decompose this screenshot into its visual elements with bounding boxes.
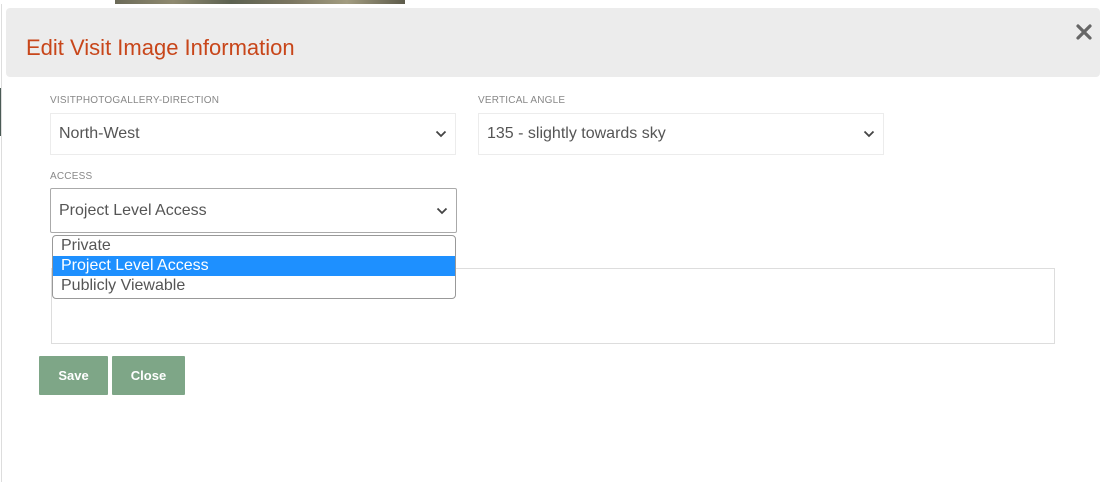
access-select-value: Project Level Access	[59, 202, 207, 219]
direction-select[interactable]: North-West	[50, 113, 456, 155]
save-button[interactable]: Save	[39, 356, 108, 395]
chevron-down-icon	[863, 130, 875, 138]
modal-header: Edit Visit Image Information	[6, 8, 1100, 77]
access-dropdown-list: Private Project Level Access Publicly Vi…	[52, 235, 456, 299]
access-option-project-level[interactable]: Project Level Access	[53, 256, 455, 276]
access-select[interactable]: Project Level Access	[50, 188, 457, 233]
modal-title: Edit Visit Image Information	[26, 35, 295, 60]
access-option-private[interactable]: Private	[53, 236, 455, 256]
close-button[interactable]: Close	[112, 356, 185, 395]
vertical-angle-select-value: 135 - slightly towards sky	[487, 125, 666, 142]
access-label: ACCESS	[50, 171, 93, 182]
access-option-public[interactable]: Publicly Viewable	[53, 276, 455, 296]
vertical-angle-label: VERTICAL ANGLE	[478, 95, 566, 106]
close-icon[interactable]	[1070, 18, 1098, 46]
direction-label: VISITPHOTOGALLERY-DIRECTION	[50, 95, 220, 106]
chevron-down-icon	[436, 207, 448, 215]
chevron-down-icon	[435, 130, 447, 138]
direction-select-value: North-West	[59, 125, 140, 142]
edit-image-modal: Edit Visit Image Information VISITPHOTOG…	[1, 4, 1103, 482]
vertical-angle-select[interactable]: 135 - slightly towards sky	[478, 113, 884, 155]
